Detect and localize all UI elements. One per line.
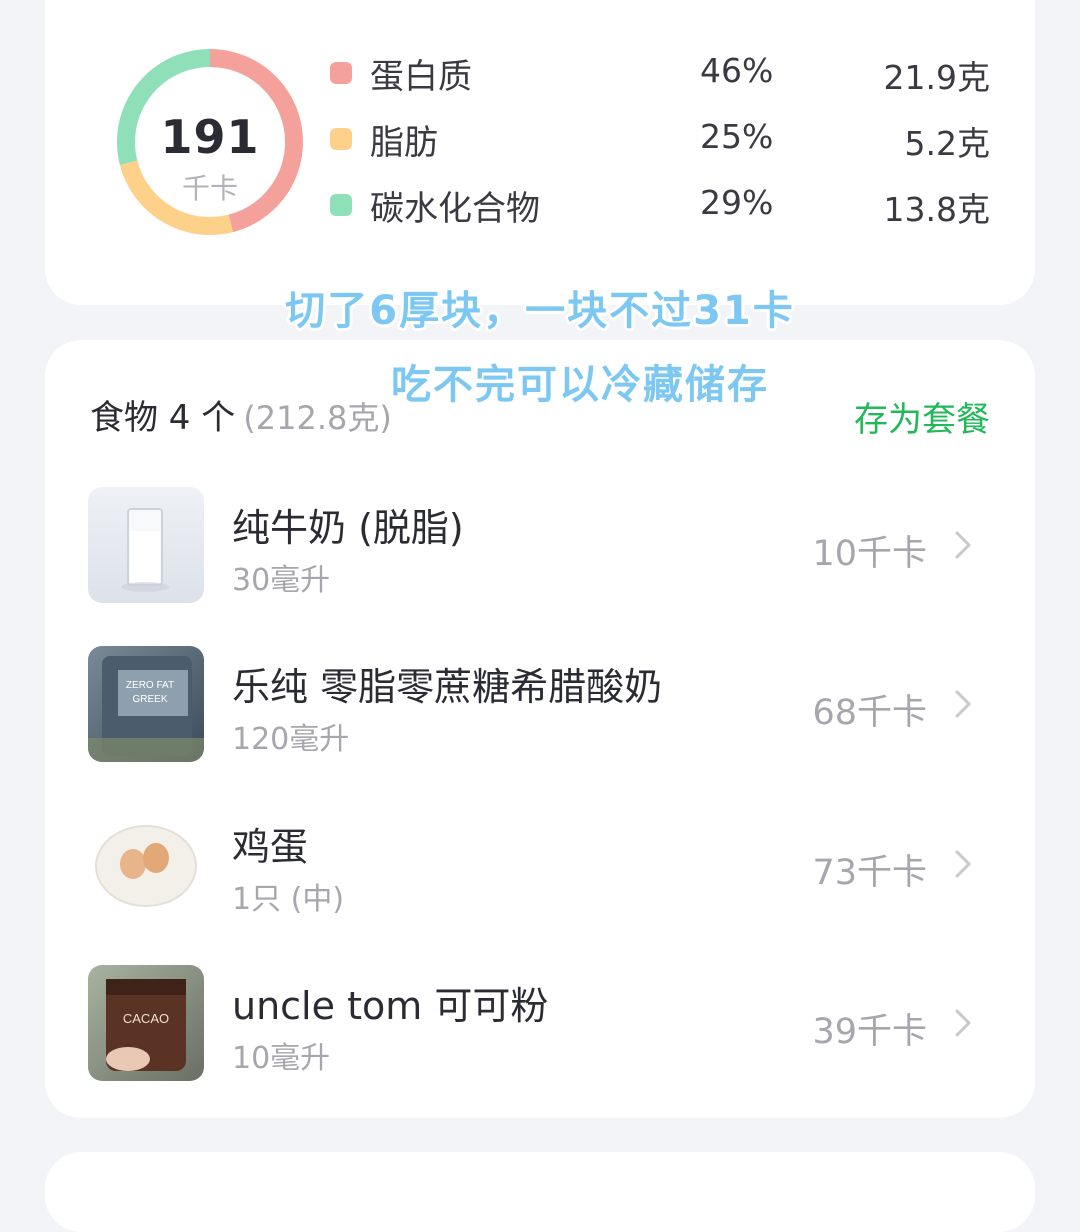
food-calories: 39千卡	[812, 1012, 927, 1052]
milk-glass-photo	[88, 487, 204, 603]
chevron-right-icon	[955, 690, 971, 718]
yogurt-package-photo: ZERO FAT GREEK	[88, 646, 204, 762]
food-name: 乐纯 零脂零蔗糖希腊酸奶	[232, 665, 663, 709]
handwritten-note-line-1: 切了6厚块，一块不过31卡	[285, 288, 795, 334]
food-name: 鸡蛋	[232, 825, 309, 869]
cacao-bag-photo: CACAO	[88, 965, 204, 1081]
calories-unit: 千卡	[181, 172, 238, 205]
svg-text:GREEK: GREEK	[132, 694, 167, 705]
food-item[interactable]: 鸡蛋 1只 (中) 73千卡	[45, 806, 1035, 926]
food-calories: 73千卡	[812, 853, 927, 893]
macro-grams: 21.9克	[883, 58, 990, 97]
macro-percent: 46%	[700, 51, 774, 90]
macro-name: 脂肪	[370, 123, 438, 163]
macro-name: 蛋白质	[370, 57, 472, 97]
food-item[interactable]: 纯牛奶 (脱脂) 30毫升 10千卡	[45, 487, 1035, 607]
total-calories: 191	[160, 110, 260, 164]
food-calories: 68千卡	[812, 693, 927, 733]
food-name: 纯牛奶 (脱脂)	[232, 506, 464, 550]
food-calories: 10千卡	[812, 534, 927, 574]
food-item[interactable]: CACAO uncle tom 可可粉 10毫升 39千卡	[45, 965, 1035, 1085]
chevron-right-icon	[955, 1009, 971, 1037]
food-name: uncle tom 可可粉	[232, 984, 549, 1028]
nutrition-summary-card: 191 千卡 蛋白质 46% 21.9克 脂肪 25% 5.2克 碳水化合物 2…	[45, 0, 1035, 305]
chevron-right-icon	[955, 531, 971, 559]
protein-color-dot	[330, 62, 352, 84]
chevron-right-icon	[955, 850, 971, 878]
svg-text:CACAO: CACAO	[123, 1011, 169, 1026]
food-quantity: 30毫升	[232, 563, 331, 598]
macro-row-protein: 蛋白质 46% 21.9克	[330, 47, 990, 97]
food-quantity: 1只 (中)	[232, 882, 345, 917]
macro-grams: 5.2克	[904, 124, 990, 163]
svg-text:ZERO FAT: ZERO FAT	[126, 680, 174, 691]
macro-grams: 13.8克	[883, 190, 990, 229]
macro-row-carbs: 碳水化合物 29% 13.8克	[330, 179, 990, 229]
eggs-plate-photo	[88, 806, 204, 922]
fat-color-dot	[330, 128, 352, 150]
handwritten-note-line-2: 吃不完可以冷藏储存	[391, 362, 769, 408]
macro-percent: 25%	[700, 117, 774, 156]
macro-percent: 29%	[700, 183, 774, 222]
macro-name: 碳水化合物	[370, 189, 540, 229]
food-item[interactable]: ZERO FAT GREEK 乐纯 零脂零蔗糖希腊酸奶 120毫升 68千卡	[45, 646, 1035, 766]
macro-row-fat: 脂肪 25% 5.2克	[330, 113, 990, 163]
next-card	[45, 1152, 1035, 1232]
food-quantity: 120毫升	[232, 722, 350, 757]
carbs-color-dot	[330, 194, 352, 216]
food-list-card: 食物 4 个 (212.8克) 存为套餐 纯牛奶 (脱脂) 30毫升 10千卡 Z…	[45, 340, 1035, 1118]
food-quantity: 10毫升	[232, 1041, 331, 1076]
